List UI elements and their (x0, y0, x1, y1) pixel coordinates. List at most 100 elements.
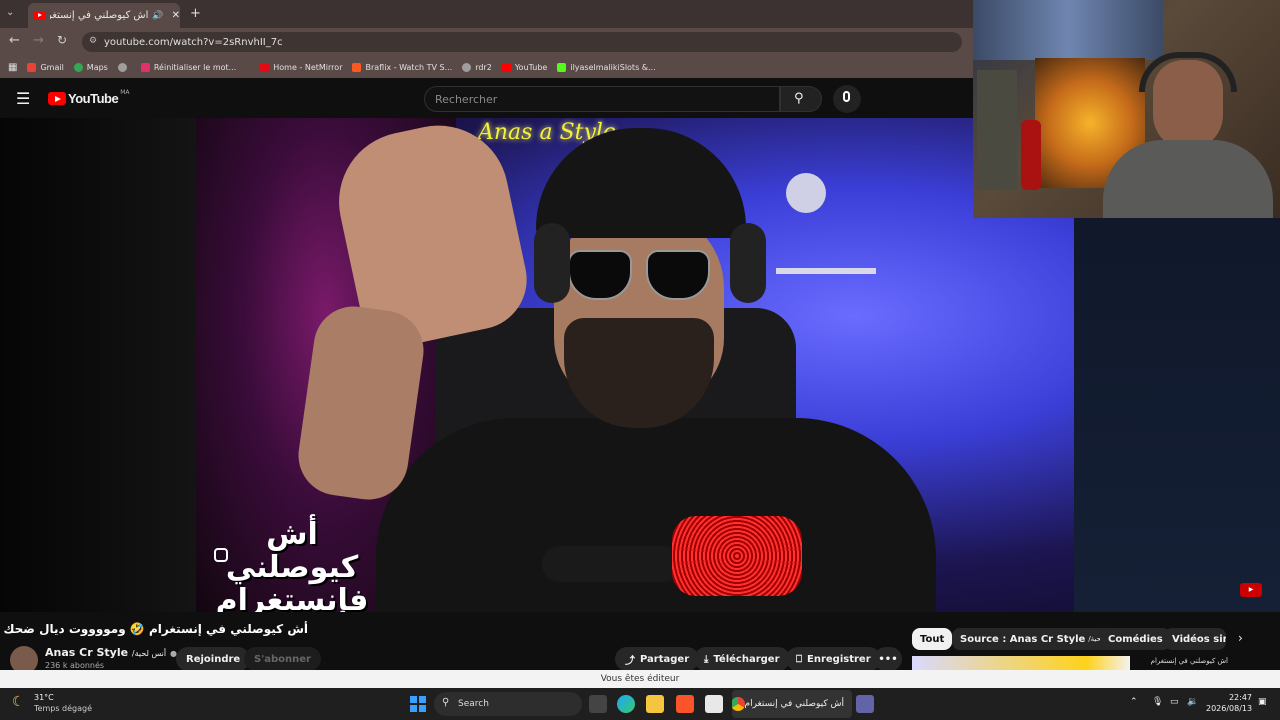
notifications-icon[interactable]: ▣ (1258, 697, 1267, 707)
bookmark-rdr2[interactable]: rdr2 (462, 62, 492, 72)
bookmark-label: Home - NetMirror (273, 62, 343, 72)
tab-list-chevron-icon[interactable]: ⌄ (6, 7, 14, 18)
windows-start-icon[interactable] (410, 696, 426, 712)
chrome-icon (732, 697, 745, 711)
join-button[interactable]: Rejoindre (176, 647, 251, 671)
new-tab-plus-icon[interactable]: + (190, 6, 201, 21)
subscriber-count: 236 k abonnés (45, 661, 105, 670)
reload-icon[interactable]: ↻ (57, 33, 67, 47)
bookmark-label: Maps (86, 62, 108, 72)
browser-tab-active[interactable]: أش كيوصلني في إنستغرام 🔊 ✕ (28, 3, 180, 28)
volume-icon[interactable]: 🔉 (1187, 697, 1198, 707)
tab-title: أش كيوصلني في إنستغرام (50, 10, 149, 21)
download-button[interactable]: ⤓ Télécharger (694, 647, 790, 671)
mic-arm (542, 546, 682, 582)
site-info-icon[interactable]: ⚙ (89, 36, 97, 46)
clock-date[interactable]: 2026/08/13 (1206, 704, 1252, 713)
download-icon: ⤓ (704, 653, 709, 665)
tab-close-icon[interactable]: ✕ (172, 10, 180, 21)
weather-temp[interactable]: 31°C (34, 693, 54, 702)
chip-source-label: Source : Anas Cr Style (960, 633, 1086, 645)
video-letterbox-right (1074, 218, 1280, 612)
related-video-title[interactable]: أش كيوصلني في إنستغرام (1136, 657, 1228, 665)
forward-arrow-icon[interactable]: → (33, 33, 44, 48)
bookmark-braflix[interactable]: Braflix - Watch TV S... (352, 62, 453, 72)
hamburger-menu-icon[interactable]: ☰ (16, 89, 30, 108)
taskbar-active-app-title: أش كيوصلني في إنستغرام (744, 699, 845, 709)
youtube-watermark-icon: ▶ (1240, 583, 1262, 597)
brave-browser-icon[interactable] (676, 695, 694, 713)
taskbar-search[interactable]: ⚲ Search (434, 692, 582, 716)
video-letterbox-left (0, 118, 196, 612)
share-button[interactable]: ⤴ Partager (615, 647, 700, 671)
chip-all[interactable]: Tout (912, 628, 953, 650)
share-arrow-icon: ⤴ (625, 655, 635, 667)
bookmark-label: Réinitialiser le mot... (153, 62, 237, 72)
teams-icon[interactable] (856, 695, 874, 713)
chip-comedies[interactable]: Comédies (1100, 628, 1171, 650)
bookmark-label: ilyaselmalikiSlots &... (570, 62, 656, 72)
soda-bottle (1021, 120, 1041, 190)
tab-audio-icon[interactable]: 🔊 (152, 11, 163, 21)
voice-search-button[interactable] (833, 85, 861, 113)
youtube-play-icon (48, 92, 66, 105)
editor-notice-bar: Vous êtes éditeur (0, 670, 1280, 688)
youtube-logo[interactable]: YouTube MA (48, 89, 130, 106)
bookmark-gmail[interactable]: Gmail (27, 62, 64, 72)
bookmark-label: Braflix - Watch TV S... (365, 62, 453, 72)
weather-desc: Temps dégagé (34, 704, 93, 713)
kick-icon (557, 62, 567, 72)
streamer-tanktop (1103, 140, 1273, 218)
tray-chevron-icon[interactable]: ⌃ (1130, 697, 1138, 707)
search-button[interactable]: ⚲ (780, 86, 822, 112)
task-view-icon[interactable] (589, 695, 607, 713)
video-overlay-title: أش كيوصلني فإنستغرام (215, 517, 369, 612)
wall-shelf (776, 268, 876, 274)
bookmark-label: YouTube (514, 62, 548, 72)
bookmark-unnamed[interactable] (117, 62, 131, 72)
braflix-icon (352, 62, 362, 72)
bookmark-netmirror[interactable]: Home - NetMirror (260, 62, 343, 72)
url-input[interactable]: ⚙ youtube.com/watch?v=2sRnvhII_7c (82, 32, 962, 52)
taskbar-active-chrome[interactable]: أش كيوصلني في إنستغرام (732, 690, 852, 718)
red-microphone (672, 516, 802, 596)
related-video-thumbnail[interactable] (912, 656, 1130, 670)
editor-notice-text: Vous êtes éditeur (600, 674, 680, 684)
channel-name: Anas Cr Style (45, 646, 129, 659)
video-player[interactable]: Anas a Style أش كيوصلني فإنستغرام (196, 118, 1074, 612)
sunglasses-right (646, 250, 710, 300)
save-button[interactable]: ⎕ Enregistrer (786, 647, 881, 671)
clock-time[interactable]: 22:47 (1210, 693, 1252, 702)
save-label: Enregistrer (807, 653, 871, 665)
tray-mic-icon[interactable]: 🎙 (1152, 697, 1163, 707)
sunglasses-left (568, 250, 632, 300)
weather-moon-icon[interactable]: ☾ (12, 694, 25, 710)
store-icon[interactable] (705, 695, 723, 713)
bookmark-instagram[interactable]: Réinitialiser le mot... (140, 62, 237, 72)
bookmark-youtube[interactable]: YouTube (501, 62, 548, 72)
bookmark-kick[interactable]: ilyaselmalikiSlots &... (557, 62, 656, 72)
windows-taskbar (0, 688, 1280, 720)
instagram-icon (140, 62, 150, 72)
bookmark-maps[interactable]: Maps (73, 62, 108, 72)
search-input[interactable]: Rechercher (424, 86, 780, 112)
edge-browser-icon[interactable] (617, 695, 635, 713)
region-code: MA (120, 89, 130, 96)
url-text: youtube.com/watch?v=2sRnvhII_7c (104, 36, 283, 48)
more-actions-button[interactable]: ••• (874, 647, 902, 671)
chips-next-chevron-icon[interactable]: › (1238, 631, 1243, 645)
search-icon: ⚲ (442, 697, 450, 708)
file-explorer-icon[interactable] (646, 695, 664, 713)
instagram-overlay-icon (214, 548, 228, 562)
subscribe-button[interactable]: S'abonner (244, 647, 321, 671)
chip-similar-videos[interactable]: Vidéos simi (1164, 628, 1226, 650)
channel-alias: /أنس لحية (131, 649, 167, 658)
download-label: Télécharger (713, 653, 780, 665)
back-arrow-icon[interactable]: ← (9, 33, 20, 48)
maps-pin-icon (73, 62, 83, 72)
network-icon[interactable]: ▭ (1170, 697, 1179, 707)
channel-name-row[interactable]: Anas Cr Style /أنس لحية ● (45, 646, 177, 659)
bookmark-label: rdr2 (475, 62, 492, 72)
apps-grid-icon[interactable]: ▦ (8, 62, 17, 73)
gmail-icon (27, 62, 37, 72)
